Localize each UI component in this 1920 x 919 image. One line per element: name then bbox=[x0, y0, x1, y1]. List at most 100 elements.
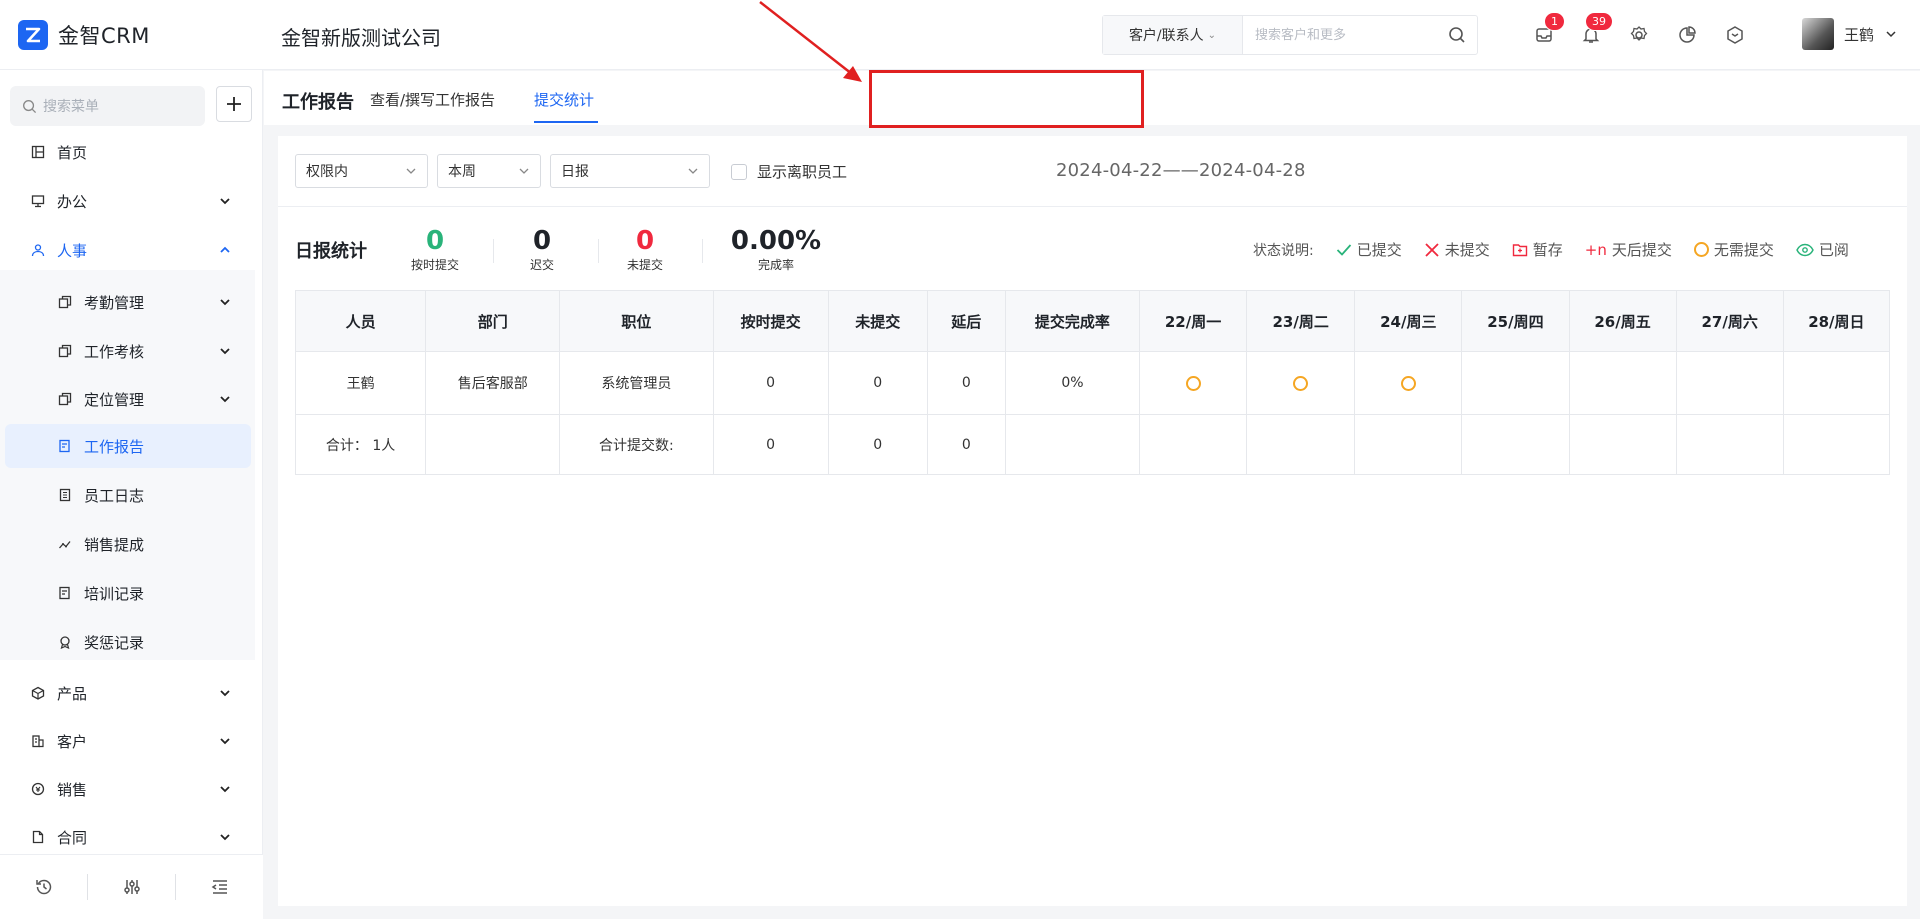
legend-not-submitted: 未提交 bbox=[1424, 239, 1490, 260]
sidebar-item-attendance[interactable]: 考勤管理 bbox=[0, 280, 255, 324]
top-header: 金智CRM 金智新版测试公司 客户/联系人 ⌄ 1 39 王鹤 bbox=[0, 0, 1920, 70]
chevron-down-icon bbox=[220, 396, 230, 403]
stat-value: 0 bbox=[635, 226, 655, 256]
sidebar-item-home[interactable]: 首页 bbox=[0, 130, 263, 174]
column-header: 提交完成率 bbox=[1004, 290, 1141, 352]
stat-completion: 0.00% 完成率 bbox=[726, 226, 826, 273]
report-type-select[interactable]: 日报 bbox=[550, 154, 710, 188]
history-icon bbox=[35, 879, 51, 895]
menu-search-placeholder: 搜索菜单 bbox=[43, 99, 99, 115]
user-menu[interactable]: 王鹤 bbox=[1802, 18, 1898, 50]
legend-draft: 暂存 bbox=[1512, 239, 1563, 260]
copy-icon bbox=[57, 391, 73, 407]
cube-icon bbox=[1727, 26, 1743, 44]
sidebar-item-training[interactable]: 培训记录 bbox=[0, 571, 255, 615]
logo[interactable]: 金智CRM bbox=[18, 20, 150, 50]
add-button[interactable] bbox=[216, 86, 252, 122]
scope-select[interactable]: 权限内 bbox=[295, 154, 428, 188]
sliders-icon bbox=[123, 880, 140, 894]
stat-value: 0 bbox=[532, 226, 552, 256]
sidebar-item-location[interactable]: 定位管理 bbox=[0, 377, 255, 421]
cell-person[interactable]: 王鹤 bbox=[294, 351, 427, 415]
eye-icon bbox=[1796, 243, 1814, 256]
column-header: 24/周三 bbox=[1354, 290, 1463, 352]
settings-button[interactable] bbox=[1628, 24, 1650, 46]
sidebar-item-label: 员工日志 bbox=[84, 486, 145, 505]
search-type-select[interactable]: 客户/联系人 ⌄ bbox=[1103, 16, 1243, 54]
table-row: 王鹤 售后客服部 系统管理员 0 0 0 0% bbox=[294, 351, 1891, 415]
sidebar-item-rewards[interactable]: 奖惩记录 bbox=[0, 620, 255, 664]
chevron-down-icon bbox=[220, 299, 230, 306]
sidebar-item-label: 定位管理 bbox=[84, 390, 145, 409]
plus-n-marker: +n bbox=[1584, 240, 1607, 259]
show-resigned-toggle[interactable]: 显示离职员工 bbox=[731, 161, 847, 182]
tab-stats[interactable]: 提交统计 bbox=[534, 89, 594, 110]
history-button[interactable] bbox=[0, 855, 87, 919]
sidebar-item-label: 工作考核 bbox=[84, 342, 145, 361]
document-icon bbox=[57, 585, 73, 601]
scope-select-value: 权限内 bbox=[306, 164, 348, 180]
sidebar-item-hr[interactable]: 人事 bbox=[0, 228, 263, 272]
reports-button[interactable] bbox=[1676, 24, 1698, 46]
circle-icon bbox=[1693, 242, 1709, 257]
total-cell-empty bbox=[1675, 414, 1784, 475]
show-resigned-checkbox[interactable] bbox=[731, 163, 747, 180]
legend-read: 已阅 bbox=[1796, 239, 1849, 260]
sidebar-item-sales-commission[interactable]: 销售提成 bbox=[0, 522, 255, 566]
sidebar-item-contract[interactable]: 合同 bbox=[0, 815, 263, 859]
menu-search[interactable]: 搜索菜单 bbox=[10, 86, 205, 126]
search-input[interactable] bbox=[1243, 16, 1437, 54]
total-on-time: 0 bbox=[712, 414, 829, 475]
sidebar: 搜索菜单 首页 办公 人事 考勤管理 工作考核 定位管理 工作报告 员工日志 销… bbox=[0, 70, 263, 919]
logo-icon bbox=[18, 20, 48, 50]
customize-button[interactable] bbox=[88, 855, 175, 919]
sidebar-item-label: 工作报告 bbox=[84, 437, 145, 456]
document-edit-icon bbox=[57, 438, 73, 454]
building-icon bbox=[30, 733, 46, 749]
divider bbox=[598, 239, 599, 263]
annotation-box bbox=[869, 70, 1144, 128]
period-select[interactable]: 本周 bbox=[437, 154, 541, 188]
chevron-down-icon bbox=[519, 168, 529, 174]
filter-bar: 权限内 本周 日报 bbox=[295, 154, 710, 188]
sidebar-item-office[interactable]: 办公 bbox=[0, 179, 263, 223]
legend-label: 未提交 bbox=[1444, 241, 1490, 259]
stat-value: 0.00% bbox=[730, 226, 822, 256]
stat-value: 0 bbox=[425, 226, 445, 256]
messages-button[interactable]: 1 bbox=[1533, 12, 1565, 46]
sidebar-item-label: 销售 bbox=[57, 780, 88, 799]
copy-icon bbox=[57, 343, 73, 359]
search-button[interactable] bbox=[1437, 16, 1477, 54]
cell-dept: 售后客服部 bbox=[425, 351, 561, 415]
sidebar-item-assessment[interactable]: 工作考核 bbox=[0, 329, 255, 373]
sidebar-item-sales[interactable]: 销售 bbox=[0, 767, 263, 811]
dashboard-icon bbox=[30, 144, 46, 160]
sidebar-item-customer[interactable]: 客户 bbox=[0, 719, 263, 763]
chevron-down-icon bbox=[220, 738, 230, 745]
notifications-button[interactable]: 39 bbox=[1580, 12, 1613, 46]
sidebar-item-staff-log[interactable]: 员工日志 bbox=[0, 473, 255, 517]
column-header: 23/周二 bbox=[1246, 290, 1356, 352]
column-header: 延后 bbox=[926, 290, 1006, 352]
notebook-icon bbox=[57, 487, 73, 503]
logo-text: 金智CRM bbox=[58, 24, 150, 48]
stat-missing: 0 未提交 bbox=[620, 226, 670, 273]
box-icon bbox=[30, 685, 46, 701]
global-search: 客户/联系人 ⌄ bbox=[1102, 15, 1478, 55]
legend-label: 无需提交 bbox=[1713, 241, 1774, 259]
sidebar-item-product[interactable]: 产品 bbox=[0, 671, 263, 715]
total-cell-empty bbox=[425, 414, 561, 475]
page-title: 工作报告 bbox=[282, 92, 354, 113]
sidebar-item-label: 考勤管理 bbox=[84, 293, 145, 312]
chevron-down-icon bbox=[1886, 31, 1896, 38]
tab-view-write[interactable]: 查看/撰写工作报告 bbox=[370, 89, 495, 110]
legend-plus-n: +n 天后提交 bbox=[1585, 239, 1672, 260]
table-header-row: 人员 部门 职位 按时提交 未提交 延后 提交完成率 22/周一 23/周二 2… bbox=[294, 290, 1891, 352]
apps-button[interactable] bbox=[1724, 24, 1746, 46]
sidebar-item-label: 合同 bbox=[57, 828, 88, 847]
sidebar-item-work-report[interactable]: 工作报告 bbox=[5, 424, 251, 468]
collapse-sidebar-button[interactable] bbox=[176, 855, 263, 919]
cell-day-24 bbox=[1354, 351, 1463, 415]
legend-label: 已提交 bbox=[1356, 241, 1402, 259]
chevron-down-icon bbox=[220, 834, 230, 841]
